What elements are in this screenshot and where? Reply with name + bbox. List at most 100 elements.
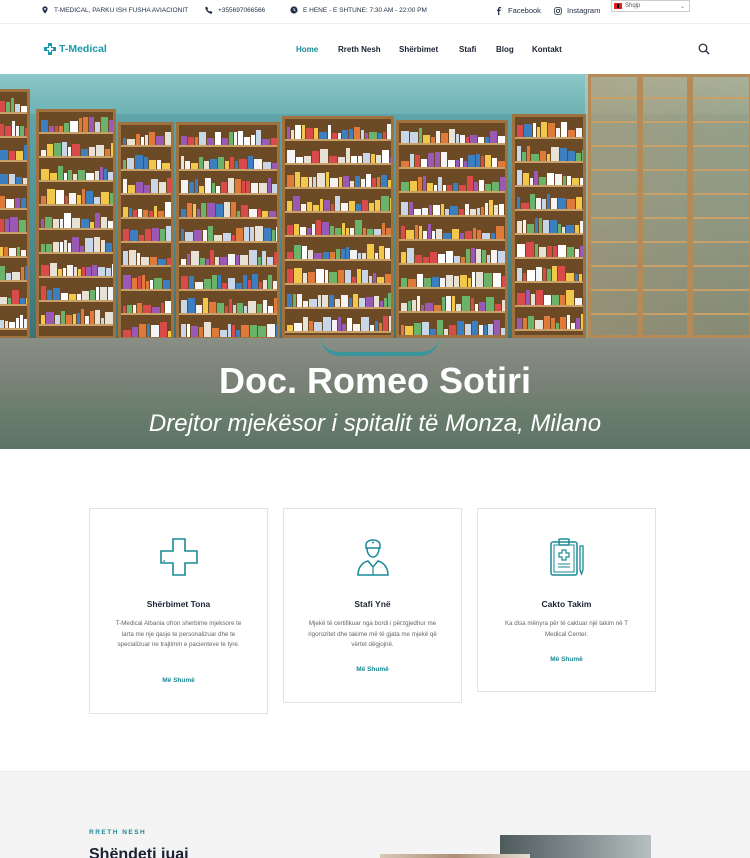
card-text: Ka disa mënyra për të caktuar një takim … bbox=[504, 620, 628, 638]
product-box bbox=[318, 295, 321, 307]
product-box bbox=[90, 222, 94, 228]
product-box bbox=[168, 331, 171, 337]
product-box bbox=[346, 228, 349, 235]
nav-item-kontakt[interactable]: Kontakt bbox=[532, 45, 562, 54]
product-box bbox=[268, 275, 272, 289]
nav-item-sherbimet[interactable]: Shërbimet bbox=[399, 45, 438, 54]
product-box bbox=[139, 235, 144, 241]
shelf-board bbox=[0, 112, 27, 114]
product-box bbox=[329, 272, 337, 283]
instagram-link[interactable]: Instagram bbox=[554, 6, 600, 15]
more-link[interactable]: Më Shumë bbox=[478, 656, 655, 663]
product-box bbox=[92, 265, 97, 276]
product-box bbox=[68, 243, 71, 252]
site-logo[interactable]: T-Medical bbox=[43, 42, 107, 56]
product-box bbox=[197, 209, 200, 217]
shelf-unit bbox=[176, 122, 280, 340]
product-box bbox=[100, 287, 107, 300]
product-box bbox=[238, 131, 243, 145]
product-box bbox=[123, 229, 129, 241]
phone-item[interactable]: +355697066566 bbox=[205, 6, 265, 14]
shelf-board bbox=[121, 241, 171, 243]
product-box bbox=[20, 315, 23, 328]
shelf-board bbox=[591, 121, 637, 123]
product-box bbox=[0, 247, 3, 256]
product-box bbox=[468, 278, 471, 287]
product-box bbox=[301, 177, 308, 187]
product-box bbox=[322, 295, 328, 307]
product-box bbox=[47, 144, 53, 156]
product-box bbox=[58, 269, 62, 276]
product-box bbox=[61, 311, 65, 324]
search-icon[interactable] bbox=[698, 43, 710, 55]
product-box bbox=[414, 209, 421, 215]
product-box bbox=[287, 269, 293, 283]
product-box bbox=[163, 280, 170, 289]
product-box bbox=[437, 320, 443, 335]
product-box bbox=[108, 287, 113, 300]
product-box bbox=[485, 203, 488, 215]
nav-item-blog[interactable]: Blog bbox=[496, 45, 514, 54]
product-box bbox=[309, 177, 312, 187]
clipboard-icon bbox=[549, 538, 584, 576]
product-box bbox=[195, 137, 198, 145]
product-box bbox=[551, 318, 555, 329]
product-box bbox=[263, 300, 267, 313]
product-box bbox=[350, 250, 357, 259]
product-box bbox=[558, 266, 565, 281]
facebook-link[interactable]: Facebook bbox=[495, 6, 541, 15]
product-box bbox=[459, 185, 466, 191]
product-box bbox=[308, 250, 313, 259]
product-box bbox=[215, 132, 221, 145]
product-box bbox=[165, 132, 171, 145]
product-box bbox=[222, 283, 227, 289]
product-box bbox=[415, 155, 420, 167]
product-box bbox=[581, 314, 583, 329]
product-box bbox=[456, 134, 459, 143]
product-box bbox=[82, 291, 89, 300]
product-box bbox=[562, 227, 565, 233]
shelf-unit bbox=[282, 116, 394, 338]
more-link[interactable]: Më Shumë bbox=[284, 666, 461, 673]
language-label: Shqip bbox=[625, 3, 641, 9]
product-box bbox=[346, 148, 350, 163]
product-box bbox=[151, 325, 159, 337]
product-box bbox=[291, 130, 294, 139]
product-box bbox=[460, 233, 464, 239]
product-box bbox=[255, 226, 263, 241]
product-box bbox=[101, 117, 108, 132]
more-link[interactable]: Më Shumë bbox=[90, 677, 267, 684]
product-box bbox=[159, 182, 166, 193]
product-box bbox=[388, 180, 391, 187]
product-box bbox=[454, 276, 459, 287]
product-box bbox=[303, 273, 307, 283]
product-box bbox=[262, 251, 266, 265]
product-box bbox=[410, 132, 418, 143]
product-box bbox=[218, 157, 224, 169]
product-box bbox=[8, 298, 11, 304]
product-box bbox=[575, 298, 582, 305]
product-box bbox=[41, 120, 48, 132]
product-box bbox=[551, 198, 557, 209]
shelf-board bbox=[515, 281, 583, 283]
product-box bbox=[135, 155, 143, 169]
product-box bbox=[535, 320, 543, 329]
nav-item-rreth-nesh[interactable]: Rreth Nesh bbox=[338, 45, 381, 54]
product-box bbox=[306, 128, 313, 139]
product-box bbox=[329, 295, 334, 307]
language-select[interactable]: Shqip ⌄ bbox=[611, 0, 690, 12]
product-box bbox=[234, 132, 237, 145]
product-box bbox=[479, 325, 483, 335]
chevron-down-icon: ⌄ bbox=[679, 4, 685, 10]
nav-item-stafi[interactable]: Stafi bbox=[459, 45, 476, 54]
product-box bbox=[381, 196, 389, 211]
shelf-board bbox=[39, 228, 113, 230]
product-box bbox=[302, 246, 307, 259]
product-box bbox=[460, 275, 467, 287]
nav-item-home[interactable]: Home bbox=[296, 45, 318, 54]
product-box bbox=[547, 194, 550, 209]
product-box bbox=[338, 157, 345, 163]
product-box bbox=[287, 127, 290, 139]
product-box bbox=[362, 253, 366, 259]
product-box bbox=[236, 330, 240, 337]
